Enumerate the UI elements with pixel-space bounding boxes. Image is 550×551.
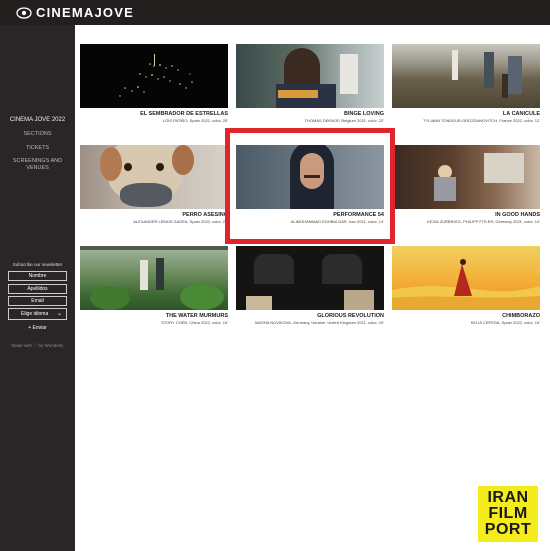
film-card[interactable]: EL SEMBRADOR DE ESTRELLAS LOIS PATIÑO, S… <box>80 44 228 123</box>
iran-film-port-watermark: IRAN FILM PORT <box>478 486 538 542</box>
film-meta: KEZIA ZURBRIGG, PHILIPP FITLER, Germany … <box>427 219 540 224</box>
film-title[interactable]: EL SEMBRADOR DE ESTRELLAS <box>80 111 228 117</box>
name-field[interactable]: Nombre <box>8 271 67 281</box>
film-meta: MASHA NOVIKOVA, Germany, Ukraine, United… <box>255 320 384 325</box>
watermark-line: FILM <box>488 505 528 522</box>
email-field[interactable]: Email <box>8 296 67 306</box>
film-title[interactable]: BINGE LOVING <box>236 111 384 117</box>
film-title[interactable]: PERRO ASESINO <box>80 212 228 218</box>
film-card[interactable]: PERRO ASESINO ALEXANDER LEMUS GADEA, Spa… <box>80 145 228 224</box>
surname-field[interactable]: Apellidos <box>8 284 67 294</box>
film-thumbnail[interactable] <box>392 44 540 108</box>
film-card[interactable]: CHIMBORAZO KELIA CEPEDA, Spain 2022, col… <box>392 246 540 325</box>
film-title[interactable]: GLORIOUS REVOLUTION <box>236 313 384 319</box>
nav-venues[interactable]: VENUES <box>0 165 75 172</box>
film-thumbnail[interactable] <box>80 246 228 310</box>
nav-sections[interactable]: SECTIONS <box>0 131 75 138</box>
language-select-value: Elige idioma <box>21 311 49 317</box>
watermark-line: IRAN <box>487 489 529 506</box>
film-meta: ALEXANDER LEMUS GADEA, Spain 2022, color… <box>133 219 228 224</box>
film-thumbnail[interactable] <box>80 44 228 108</box>
chimborazo-illustration <box>392 259 540 310</box>
sidebar: CINEMA JOVE 2022 SECTIONS TICKETS SCREEN… <box>0 25 75 551</box>
film-title[interactable]: THE WATER MURMURS <box>80 313 228 319</box>
selection-highlight <box>225 128 395 244</box>
film-meta: TYLIANN TONDEUR-GROZDANOVITCH, France 20… <box>423 118 540 123</box>
film-title[interactable]: IN GOOD HANDS <box>392 212 540 218</box>
film-meta: STORY CHEN, China 2022, color, 15' <box>161 320 228 325</box>
film-meta: LOIS PATIÑO, Spain 2022, color, 25' <box>162 118 228 123</box>
brand-logo[interactable]: CINEMAJOVE <box>36 5 134 20</box>
watermark-line: PORT <box>484 521 532 538</box>
festival-title[interactable]: CINEMA JOVE 2022 <box>0 117 75 123</box>
film-card[interactable]: IN GOOD HANDS KEZIA ZURBRIGG, PHILIPP FI… <box>392 145 540 224</box>
film-card[interactable]: LA CANICULE TYLIANN TONDEUR-GROZDANOVITC… <box>392 44 540 123</box>
film-title[interactable]: LA CANICULE <box>392 111 540 117</box>
film-card[interactable]: THE WATER MURMURS STORY CHEN, China 2022… <box>80 246 228 325</box>
film-title[interactable]: CHIMBORAZO <box>392 313 540 319</box>
film-thumbnail[interactable] <box>80 145 228 209</box>
nav-tickets[interactable]: TICKETS <box>0 145 75 152</box>
chevron-down-icon: ⌄ <box>56 311 62 317</box>
eye-logo-icon <box>16 6 32 19</box>
film-meta: KELIA CEPEDA, Spain 2022, color, 15' <box>470 320 540 325</box>
film-grid: EL SEMBRADOR DE ESTRELLAS LOIS PATIÑO, S… <box>75 25 550 551</box>
film-meta: THOMAS DEKNOP, Belgium 2021, color, 22' <box>304 118 384 123</box>
nav-screenings[interactable]: SCREENINGS AND <box>0 158 75 165</box>
top-bar: CINEMAJOVE <box>0 0 550 25</box>
film-card[interactable]: GLORIOUS REVOLUTION MASHA NOVIKOVA, Germ… <box>236 246 384 325</box>
film-card[interactable]: BINGE LOVING THOMAS DEKNOP, Belgium 2021… <box>236 44 384 123</box>
language-select[interactable]: Elige idioma ⌄ <box>8 308 67 320</box>
film-thumbnail[interactable] <box>392 145 540 209</box>
newsletter-heading: Subscribe our newsletter <box>12 262 63 267</box>
film-thumbnail[interactable] <box>236 44 384 108</box>
film-thumbnail[interactable] <box>392 246 540 310</box>
city-lights-image <box>119 54 193 97</box>
send-button[interactable]: + Enviar <box>0 325 75 331</box>
film-thumbnail[interactable] <box>236 246 384 310</box>
made-with-credit: Made with ♡ by Wonderly <box>11 343 64 348</box>
